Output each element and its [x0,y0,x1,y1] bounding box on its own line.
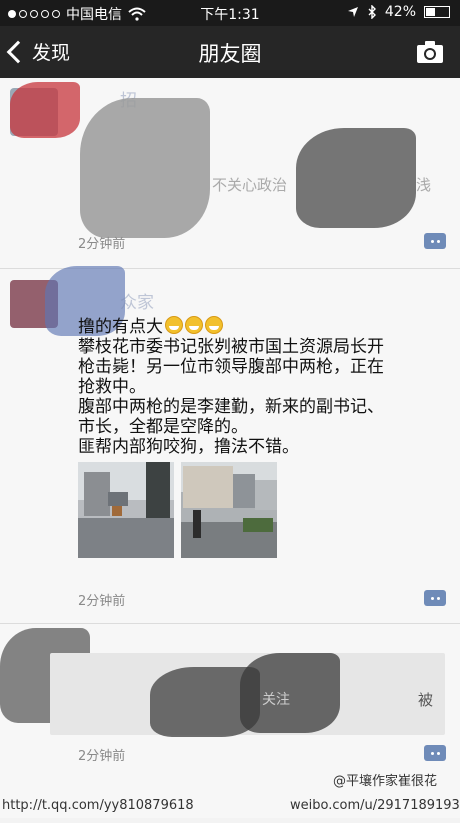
bluetooth-icon [368,5,376,19]
post-text-line: 枪击毙！另一位市领导腹部中两枪，正在 [78,357,384,377]
page-title: 朋友圈 [198,42,262,66]
watermark-handle: @平壤作家崔很花 [333,774,438,789]
post-photo[interactable] [181,462,277,558]
post-text-line: 攀枝花市委书记张刿被市国土资源局长开 [78,337,384,357]
post-text-line: 抢救中。 [78,377,146,397]
post-photo[interactable] [78,462,174,558]
link-text: 不关心政治 [212,176,288,194]
moments-feed[interactable]: 招 不关心政治 浅 2分钟前 众家 撸的有点大 攀枝花市委书记张刿被市国土资源局… [0,78,460,818]
scribble-overlay [296,128,416,228]
status-bar: 中国电信 下午1:31 42% [0,0,460,26]
scribble-overlay [10,82,80,138]
post-text-line: 匪帮内部狗咬狗，撸法不错。 [78,437,299,457]
more-button[interactable] [424,590,446,606]
scribble-overlay [240,653,340,733]
post-text-line: 撸的有点大 [78,316,433,337]
link-text-tail: 被 [418,691,434,709]
moment-post-2: 众家 撸的有点大 攀枝花市委书记张刿被市国土资源局长开 枪击毙！另一位市领导腹部… [0,266,460,624]
post-author[interactable]: 众家 [120,288,154,313]
battery-percent: 42% [384,4,416,20]
battery-icon [424,6,450,18]
post-text-line: 市长，全都是空降的。 [78,417,248,437]
post-time: 2分钟前 [78,594,126,609]
camera-icon[interactable] [416,40,444,64]
post-text: 撸的有点大 攀枝花市委书记张刿被市国土资源局长开 枪击毙！另一位市领导腹部中两枪… [78,316,433,457]
more-button[interactable] [424,233,446,249]
post-text-first: 撸的有点大 [78,317,163,337]
more-button[interactable] [424,745,446,761]
watermark-right: weibo.com/u/2917189193 [290,798,460,813]
link-text-tail: 浅 [416,176,432,194]
grin-emoji-icon [185,316,203,334]
post-text-line: 腹部中两枪的是李建勤，新来的副书记、 [78,397,384,417]
grin-emoji-icon [165,316,183,334]
scribble-overlay [80,98,210,238]
link-text: 关注 [262,692,290,708]
location-arrow-icon [347,7,358,17]
watermark-left: http://t.qq.com/yy810879618 [2,798,194,813]
moment-post-3: 关注 被 2分钟前 [0,623,460,823]
status-right: 42% [347,4,450,20]
nav-bar: 发现 朋友圈 [0,26,460,78]
moment-post-1: 招 不关心政治 浅 2分钟前 [0,78,460,269]
battery-fill [426,8,435,16]
post-time: 2分钟前 [78,237,126,252]
grin-emoji-icon [205,316,223,334]
post-time: 2分钟前 [78,749,126,764]
